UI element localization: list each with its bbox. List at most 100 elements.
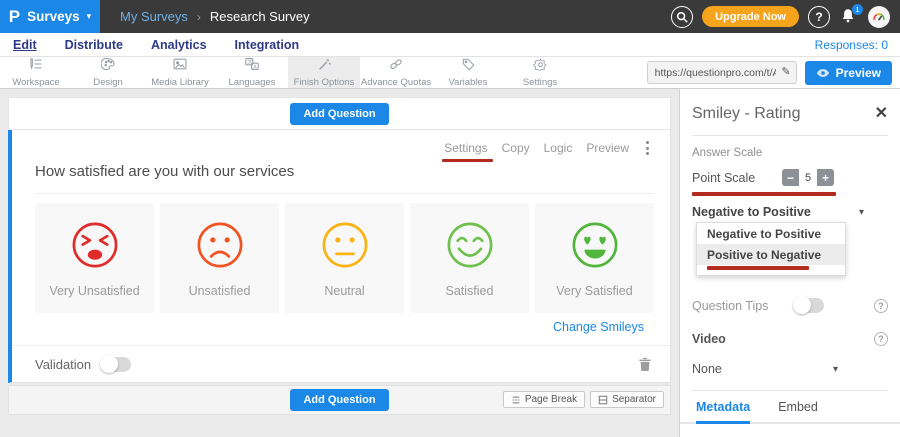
scale-direction-select[interactable]: Negative to Positive ▾	[692, 205, 888, 219]
question-more-menu-icon[interactable]	[643, 140, 652, 156]
video-label: Video	[692, 332, 726, 346]
add-question-button-top[interactable]: Add Question	[290, 103, 388, 125]
edit-url-pencil-icon[interactable]: ✎	[781, 65, 790, 78]
smiley-option-label: Very Satisfied	[556, 284, 632, 298]
tab-embed[interactable]: Embed	[778, 400, 818, 422]
smiley-option-neutral[interactable]: Neutral	[285, 203, 404, 313]
smiley-option-label: Satisfied	[446, 284, 494, 298]
edit-toolbar: Workspace Design Media Library 文A Langua…	[0, 57, 900, 89]
change-smileys-link[interactable]: Change Smileys	[12, 320, 644, 334]
chevron-down-icon: ▾	[833, 364, 838, 375]
panel-divider	[692, 135, 888, 136]
scale-direction-menu: Negative to Positive Positive to Negativ…	[696, 222, 846, 276]
validation-toggle[interactable]	[101, 357, 131, 372]
upgrade-now-button[interactable]: Upgrade Now	[702, 6, 799, 27]
question-settings-panel: Smiley - Rating ✕ Answer Scale Point Sca…	[680, 89, 900, 437]
avatar[interactable]	[868, 6, 890, 28]
notification-badge: 1	[852, 4, 863, 15]
page-break-icon	[511, 395, 521, 405]
chevron-down-icon: ▾	[859, 207, 864, 218]
video-select[interactable]: None ▾	[692, 362, 888, 376]
question-tab-copy[interactable]: Copy	[502, 141, 530, 155]
smiley-options-row: Very Unsatisfied Unsatisfied Neutral Satisf…	[35, 203, 654, 313]
question-divider	[35, 193, 654, 194]
separator-button[interactable]: Separator	[590, 391, 664, 408]
smiley-option-unsatisfied[interactable]: Unsatisfied	[160, 203, 279, 313]
delete-question-trash-icon[interactable]	[638, 356, 652, 372]
question-title[interactable]: How satisfied are you with our services	[35, 163, 670, 180]
preview-button[interactable]: Preview	[805, 61, 892, 85]
question-tips-help-icon[interactable]: ?	[874, 299, 888, 313]
nav-tab-edit[interactable]: Edit	[12, 35, 38, 54]
unsatisfied-smiley-icon	[193, 218, 247, 277]
smiley-option-very-satisfied[interactable]: Very Satisfied	[535, 203, 654, 313]
help-icon[interactable]: ?	[808, 6, 830, 28]
insert-controls: Page Break Separator	[503, 391, 664, 408]
responses-count[interactable]: Responses: 0	[815, 38, 888, 52]
breadcrumb-parent[interactable]: My Surveys	[120, 9, 188, 24]
scale-direction-value: Negative to Positive	[692, 205, 811, 219]
translate-icon: 文A	[244, 57, 260, 76]
question-tips-label: Question Tips	[692, 299, 768, 313]
nav-tab-distribute[interactable]: Distribute	[64, 35, 124, 54]
breadcrumb: My Surveys › Research Survey	[120, 9, 310, 24]
point-scale-value[interactable]: 5	[799, 169, 817, 186]
toolbar-item-finish-options[interactable]: Finish Options	[288, 57, 360, 88]
notifications-bell-icon[interactable]: 1	[839, 7, 859, 27]
toolbar-item-advance-quotas[interactable]: Advance Quotas	[360, 57, 432, 88]
separator-icon	[598, 395, 608, 405]
point-scale-increase-button[interactable]: +	[817, 169, 834, 186]
workspace-icon	[28, 57, 44, 76]
question-tab-logic[interactable]: Logic	[544, 141, 573, 155]
top-bar: P Surveys ▾ My Surveys › Research Survey…	[0, 0, 900, 33]
add-question-button-bottom[interactable]: Add Question	[290, 389, 388, 411]
validation-label: Validation	[35, 357, 91, 372]
video-row: Video ?	[692, 332, 888, 346]
search-icon[interactable]	[671, 6, 693, 28]
smiley-option-satisfied[interactable]: Satisfied	[410, 203, 529, 313]
content-area: Add Question Settings Copy Logic Preview…	[0, 89, 900, 437]
nav-tab-analytics[interactable]: Analytics	[150, 35, 208, 54]
point-scale-label: Point Scale	[692, 171, 755, 185]
nav-tab-integration[interactable]: Integration	[234, 35, 301, 54]
question-tips-toggle[interactable]	[794, 298, 824, 313]
page-break-button[interactable]: Page Break	[503, 391, 585, 408]
option-positive-to-negative[interactable]: Positive to Negative	[697, 244, 845, 265]
toolbar-item-settings[interactable]: Settings	[504, 57, 576, 88]
questionpro-logo-icon: P	[9, 8, 20, 25]
toolbar-item-design[interactable]: Design	[72, 57, 144, 88]
smiley-option-very-unsatisfied[interactable]: Very Unsatisfied	[35, 203, 154, 313]
tab-metadata[interactable]: Metadata	[696, 400, 750, 424]
app-window: P Surveys ▾ My Surveys › Research Survey…	[0, 0, 900, 437]
question-tab-settings[interactable]: Settings	[444, 141, 487, 155]
neutral-smiley-icon	[318, 218, 372, 277]
survey-url-wrap: ✎	[647, 61, 797, 84]
question-action-tabs: Settings Copy Logic Preview	[12, 130, 670, 152]
toolbar-item-workspace[interactable]: Workspace	[0, 57, 72, 88]
close-panel-icon[interactable]: ✕	[875, 106, 888, 122]
tag-icon	[461, 57, 476, 76]
survey-url-input[interactable]	[647, 61, 797, 84]
very-unsatisfied-smiley-icon	[68, 218, 122, 277]
question-card: Settings Copy Logic Preview How satisfie…	[8, 130, 671, 383]
very-satisfied-smiley-icon	[568, 218, 622, 277]
smiley-option-label: Unsatisfied	[189, 284, 251, 298]
toolbar-item-languages[interactable]: 文A Languages	[216, 57, 288, 88]
toolbar-item-media-library[interactable]: Media Library	[144, 57, 216, 88]
survey-editor-main: Add Question Settings Copy Logic Preview…	[0, 89, 680, 437]
question-tab-preview[interactable]: Preview	[586, 141, 629, 155]
option-negative-to-positive[interactable]: Negative to Positive	[697, 223, 845, 244]
gear-icon	[533, 57, 548, 76]
product-menu[interactable]: P Surveys ▾	[0, 0, 100, 33]
eye-icon	[816, 68, 830, 78]
chevron-down-icon: ▾	[87, 11, 92, 22]
video-help-icon[interactable]: ?	[874, 332, 888, 346]
point-scale-decrease-button[interactable]: −	[782, 169, 799, 186]
panel-tabs: Metadata Embed	[680, 391, 900, 424]
palette-icon	[101, 57, 116, 76]
toolbar-item-variables[interactable]: Variables	[432, 57, 504, 88]
question-tips-row: Question Tips ?	[692, 298, 888, 313]
svg-text:A: A	[253, 64, 257, 70]
survey-nav: Edit Distribute Analytics Integration Re…	[0, 33, 900, 57]
product-menu-label: Surveys	[27, 9, 80, 24]
